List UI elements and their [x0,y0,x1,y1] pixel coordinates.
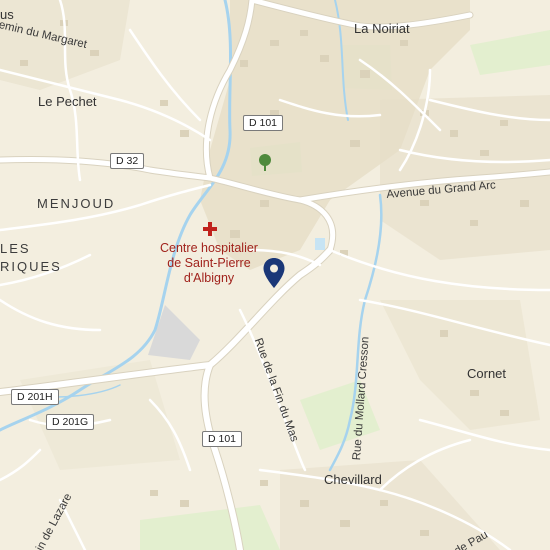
road-shield-d101-north: D 101 [243,115,284,131]
district-label-les: LES [0,241,31,256]
road-shield-d201g: D 201G [46,414,95,430]
poi-label-hospital-line-3: d'Albigny [183,271,235,285]
place-label-chevillard: Chevillard [324,472,382,487]
road-shield-d32: D 32 [110,153,145,169]
poi-label-hospital-line-1: Centre hospitalier [160,241,258,255]
place-label-le-pechet: Le Pechet [38,94,97,109]
place-label-la-noiriat: La Noiriat [354,21,410,36]
district-label-riques: RIQUES [0,259,62,274]
park-tree-icon [259,154,271,171]
road-shield-d101-south: D 101 [202,431,243,447]
place-label-cornet: Cornet [467,366,507,381]
pool [315,238,325,250]
poi-label-hospital-line-2: de Saint-Pierre [167,256,251,270]
location-pin-icon[interactable] [262,257,286,290]
poi-label-hospital[interactable]: Centre hospitalier de Saint-Pierre d'Alb… [160,241,258,286]
hospital-cross-icon[interactable] [202,221,218,237]
road-shield-d201h: D 201H [11,389,59,405]
map-canvas[interactable]: La Noiriat Le Pechet MENJOUD LES RIQUES … [0,0,550,550]
district-label-menjoud: MENJOUD [37,196,116,211]
